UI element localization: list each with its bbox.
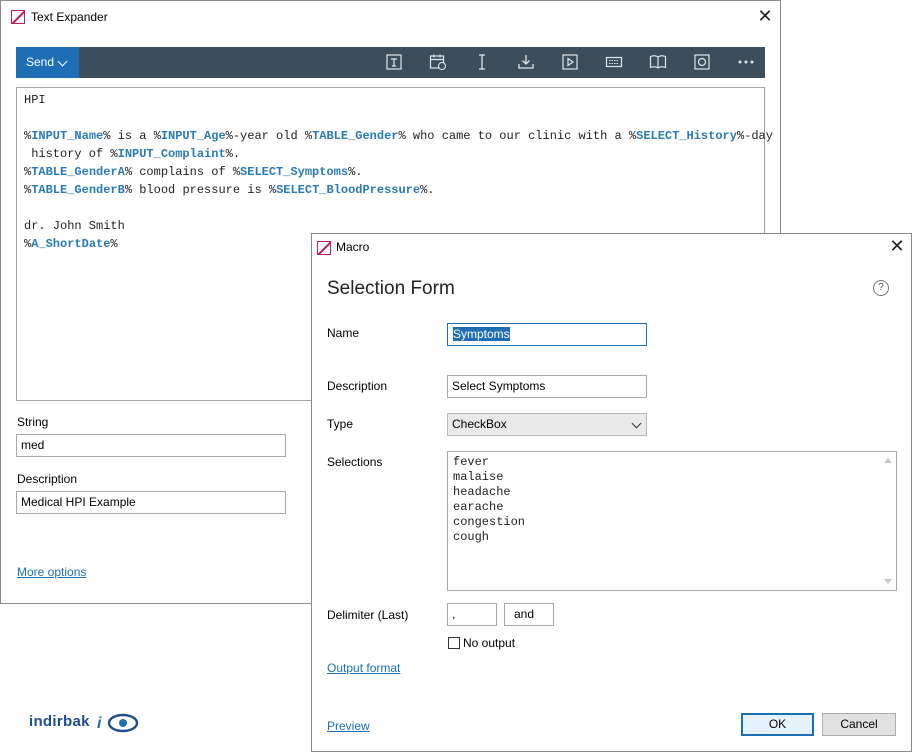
type-label: Type bbox=[327, 417, 354, 431]
editor-text: %. bbox=[348, 165, 363, 179]
app-icon bbox=[11, 10, 25, 24]
variable-token: INPUT_Complaint bbox=[117, 147, 226, 161]
variable-token: INPUT_Age bbox=[160, 129, 226, 143]
cancel-button[interactable]: Cancel bbox=[822, 713, 896, 736]
variable-token: TABLE_Gender bbox=[312, 129, 399, 143]
selections-textarea[interactable]: fever malaise headache earache congestion cou… bbox=[447, 451, 897, 591]
brand-logo: indirbak i bbox=[29, 713, 139, 733]
editor-text: %-year old % bbox=[225, 129, 313, 143]
selection-item: fever bbox=[453, 455, 490, 469]
preview-link[interactable]: Preview bbox=[327, 719, 370, 733]
editor-line: %INPUT_Name% is a %INPUT_Age%-year old %… bbox=[24, 127, 773, 145]
name-value: Symptoms bbox=[453, 327, 510, 341]
scroll-down-icon[interactable] bbox=[884, 579, 892, 584]
description-input[interactable]: Medical HPI Example bbox=[16, 491, 286, 514]
send-label: Send bbox=[26, 55, 55, 69]
title-bar[interactable]: Text Expander ✕ bbox=[1, 1, 780, 31]
editor-text: %. bbox=[225, 147, 241, 161]
variable-token: INPUT_Name bbox=[31, 129, 104, 143]
macro-dialog: Macro ✕ Selection Form ? Name Symptoms D… bbox=[311, 233, 912, 752]
description-label: Description bbox=[17, 472, 78, 486]
toolbar: Send bbox=[16, 47, 765, 78]
send-button[interactable]: Send bbox=[16, 47, 79, 78]
insert-date-icon[interactable] bbox=[429, 53, 447, 71]
text-cursor-icon[interactable] bbox=[473, 53, 491, 71]
app-icon bbox=[317, 241, 331, 255]
screenshot-icon[interactable] bbox=[693, 53, 711, 71]
more-icon[interactable] bbox=[737, 53, 755, 71]
selections-label: Selections bbox=[327, 455, 383, 469]
chevron-down-icon bbox=[631, 418, 642, 429]
variable-token: SELECT_History bbox=[636, 129, 737, 143]
delimiter-label: Delimiter (Last) bbox=[327, 608, 409, 622]
editor-text: % complains of % bbox=[124, 165, 241, 179]
selection-item: cough bbox=[453, 530, 490, 544]
no-output-label: No output bbox=[463, 636, 516, 650]
svg-text:i: i bbox=[97, 715, 102, 732]
string-label: String bbox=[17, 415, 49, 429]
help-icon[interactable]: ? bbox=[873, 280, 889, 296]
form-heading: Selection Form bbox=[327, 278, 455, 299]
editor-text: dr. John Smith bbox=[24, 219, 125, 233]
download-icon[interactable] bbox=[517, 53, 535, 71]
chevron-down-icon bbox=[57, 56, 68, 67]
variable-token: TABLE_GenderA bbox=[31, 165, 125, 179]
description-label: Description bbox=[327, 379, 388, 393]
macro-title-bar[interactable]: Macro ✕ bbox=[312, 234, 911, 264]
output-format-link[interactable]: Output format bbox=[327, 661, 400, 675]
editor-line: history of %INPUT_Complaint%. bbox=[24, 145, 773, 163]
editor-text: history of % bbox=[24, 147, 118, 161]
selection-item: congestion bbox=[453, 515, 526, 529]
editor-line: HPI bbox=[24, 91, 773, 109]
delimiter-last-input[interactable]: and bbox=[504, 603, 554, 626]
selections-list: fever malaise headache earache congestion cou… bbox=[448, 452, 896, 545]
editor-text: % is a % bbox=[103, 129, 161, 143]
brand-name: indirbak bbox=[29, 713, 90, 730]
selection-item: headache bbox=[453, 485, 511, 499]
variable-token: A_ShortDate bbox=[31, 237, 111, 251]
type-value: CheckBox bbox=[452, 417, 507, 431]
name-label: Name bbox=[327, 326, 360, 340]
selection-item: earache bbox=[453, 500, 504, 514]
editor-text: %. bbox=[420, 183, 435, 197]
eye-logo-icon: i bbox=[97, 713, 139, 733]
editor-text: % blood pressure is % bbox=[124, 183, 277, 197]
scroll-up-icon[interactable] bbox=[884, 458, 892, 463]
editor-text: % who came to our clinic with a % bbox=[398, 129, 637, 143]
description-input[interactable]: Select Symptoms bbox=[447, 375, 647, 398]
keyboard-icon[interactable] bbox=[605, 53, 623, 71]
editor-line: %TABLE_GenderB% blood pressure is %SELEC… bbox=[24, 181, 773, 199]
close-icon[interactable]: ✕ bbox=[755, 6, 775, 26]
no-output-checkbox[interactable] bbox=[448, 637, 460, 649]
editor-text: HPI bbox=[24, 93, 46, 107]
variable-token: SELECT_BloodPressure bbox=[276, 183, 421, 197]
editor-text: %-day bbox=[736, 129, 773, 143]
ok-button[interactable]: OK bbox=[741, 713, 814, 736]
template-text: HPI %INPUT_Name% is a %INPUT_Age%-year o… bbox=[24, 91, 773, 253]
variable-token: TABLE_GenderB bbox=[31, 183, 125, 197]
more-options-link[interactable]: More options bbox=[17, 565, 86, 579]
type-select[interactable]: CheckBox bbox=[447, 413, 647, 436]
window-title: Text Expander bbox=[31, 10, 108, 24]
play-icon[interactable] bbox=[561, 53, 579, 71]
insert-field-icon[interactable] bbox=[385, 53, 403, 71]
selection-item: malaise bbox=[453, 470, 504, 484]
name-input[interactable]: Symptoms bbox=[447, 323, 647, 346]
variable-token: SELECT_Symptoms bbox=[240, 165, 349, 179]
macro-title: Macro bbox=[336, 240, 370, 254]
close-icon[interactable]: ✕ bbox=[887, 236, 907, 256]
editor-text: % bbox=[110, 237, 118, 251]
editor-line: %TABLE_GenderA% complains of %SELECT_Sym… bbox=[24, 163, 773, 181]
delimiter-input[interactable]: , bbox=[447, 603, 497, 626]
string-input[interactable]: med bbox=[16, 434, 286, 457]
book-icon[interactable] bbox=[649, 53, 667, 71]
